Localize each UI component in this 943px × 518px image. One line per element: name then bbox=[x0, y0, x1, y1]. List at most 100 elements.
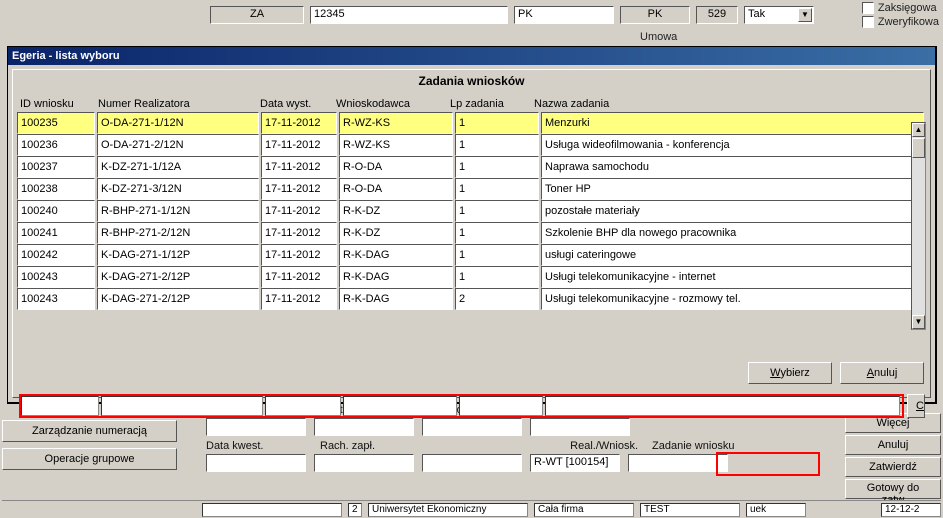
status-uek: uek bbox=[746, 503, 806, 517]
cell-num: O-DA-271-1/12N bbox=[97, 112, 259, 134]
bg-left-button-group: Zarządzanie numeracją Operacje grupowe bbox=[2, 420, 177, 470]
cell-lp: 1 bbox=[455, 222, 539, 244]
input-blank[interactable] bbox=[422, 454, 522, 472]
cell-num: K-DAG-271-2/12P bbox=[97, 266, 259, 288]
checkbox-zweryfikow[interactable]: Zweryfikowa bbox=[862, 16, 939, 28]
filter-wn[interactable] bbox=[343, 396, 457, 416]
col-header-lp[interactable]: Lp zadania bbox=[447, 96, 531, 112]
table-row[interactable]: 100236O-DA-271-2/12N17-11-2012R-WZ-KS1Us… bbox=[17, 134, 926, 156]
field-za: ZA bbox=[210, 6, 304, 24]
filter-name[interactable] bbox=[545, 396, 900, 416]
data-grid: ID wniosku Numer Realizatora Data wyst. … bbox=[17, 96, 926, 310]
checkbox-label: Zweryfikowa bbox=[878, 16, 939, 28]
checkbox-zaksiegow[interactable]: Zaksięgowa bbox=[862, 2, 939, 14]
filter-id[interactable] bbox=[21, 396, 99, 416]
table-row[interactable]: 100241R-BHP-271-2/12N17-11-2012R-K-DZ1Sz… bbox=[17, 222, 926, 244]
cell-lp: 1 bbox=[455, 244, 539, 266]
cell-wn: R-K-DAG bbox=[339, 266, 453, 288]
cell-wn: R-WZ-KS bbox=[339, 134, 453, 156]
table-row[interactable]: 100237K-DZ-271-1/12A17-11-2012R-O-DA1Nap… bbox=[17, 156, 926, 178]
cell-id: 100238 bbox=[17, 178, 95, 200]
cell-id: 100242 bbox=[17, 244, 95, 266]
cell-lp: 2 bbox=[455, 288, 539, 310]
cell-num: K-DZ-271-1/12A bbox=[97, 156, 259, 178]
cell-wn: R-K-DAG bbox=[339, 288, 453, 310]
cell-id: 100236 bbox=[17, 134, 95, 156]
field-pk1[interactable]: PK bbox=[514, 6, 614, 24]
input-data-kwest[interactable] bbox=[206, 454, 306, 472]
field-tak-dropdown[interactable]: Tak ▼ bbox=[744, 6, 814, 24]
status-uni: Uniwersytet Ekonomiczny bbox=[368, 503, 528, 517]
cell-id: 100241 bbox=[17, 222, 95, 244]
bg-checkboxes: Zaksięgowa Zweryfikowa bbox=[862, 2, 939, 28]
scroll-up-icon[interactable]: ▲ bbox=[912, 123, 925, 137]
cell-wn: R-K-DZ bbox=[339, 200, 453, 222]
dialog-lista-wyboru: Egeria - lista wyboru Zadania wniosków I… bbox=[7, 46, 937, 404]
dialog-titlebar[interactable]: Egeria - lista wyboru bbox=[8, 47, 935, 65]
input-rach-zapl[interactable] bbox=[314, 454, 414, 472]
cell-name: pozostałe materiały bbox=[541, 200, 924, 222]
cell-name: Usługa wideofilmowania - konferencja bbox=[541, 134, 924, 156]
scroll-thumb[interactable] bbox=[912, 138, 925, 158]
cell-name: Usługi telekomunikacyjne - internet bbox=[541, 266, 924, 288]
col-header-date[interactable]: Data wyst. bbox=[257, 96, 333, 112]
col-header-wn[interactable]: Wnioskodawca bbox=[333, 96, 447, 112]
dropdown-value: Tak bbox=[748, 8, 765, 20]
cell-wn: R-K-DAG bbox=[339, 244, 453, 266]
input-pracownik[interactable] bbox=[530, 418, 630, 436]
btn-anuluj-bg[interactable]: Anuluj bbox=[845, 435, 941, 455]
btn-zarzadzanie[interactable]: Zarządzanie numeracją bbox=[2, 420, 177, 442]
cell-date: 17-11-2012 bbox=[261, 244, 337, 266]
table-row[interactable]: 100243K-DAG-271-2/12P17-11-2012R-K-DAG1U… bbox=[17, 266, 926, 288]
cell-date: 17-11-2012 bbox=[261, 266, 337, 288]
cell-id: 100240 bbox=[17, 200, 95, 222]
filter-date[interactable] bbox=[265, 396, 341, 416]
btn-anuluj[interactable]: Anuluj bbox=[840, 362, 924, 384]
cell-lp: 1 bbox=[455, 200, 539, 222]
table-row[interactable]: 100238K-DZ-271-3/12N17-11-2012R-O-DA1Ton… bbox=[17, 178, 926, 200]
input-konto-kosz[interactable] bbox=[206, 418, 306, 436]
dialog-title: Egeria - lista wyboru bbox=[12, 50, 120, 62]
btn-zatwierdz[interactable]: Zatwierdź bbox=[845, 457, 941, 477]
btn-wybierz[interactable]: Wybierz bbox=[748, 362, 832, 384]
field-pk2: PK bbox=[620, 6, 690, 24]
cell-num: R-BHP-271-1/12N bbox=[97, 200, 259, 222]
col-header-name[interactable]: Nazwa zadania bbox=[531, 96, 926, 112]
btn-gotowy[interactable]: Gotowy do zatw bbox=[845, 479, 941, 499]
table-row[interactable]: 100240R-BHP-271-1/12N17-11-2012R-K-DZ1po… bbox=[17, 200, 926, 222]
bg-top-fields: ZA 12345 PK PK 529 Tak ▼ bbox=[210, 6, 814, 24]
table-row[interactable]: 100242K-DAG-271-1/12P17-11-2012R-K-DAG1u… bbox=[17, 244, 926, 266]
input-konto-roz[interactable] bbox=[314, 418, 414, 436]
cell-date: 17-11-2012 bbox=[261, 178, 337, 200]
cell-name: Usługi telekomunikacyjne - rozmowy tel. bbox=[541, 288, 924, 310]
filter-num[interactable] bbox=[101, 396, 263, 416]
filter-lp[interactable] bbox=[459, 396, 543, 416]
btn-c[interactable]: C bbox=[907, 394, 925, 418]
dialog-caption: Zadania wniosków bbox=[13, 70, 930, 96]
cell-wn: R-WZ-KS bbox=[339, 112, 453, 134]
cell-id: 100243 bbox=[17, 288, 95, 310]
field-small-num: 529 bbox=[696, 6, 738, 24]
scrollbar-vertical[interactable]: ▲ ▼ bbox=[911, 122, 926, 330]
input-konto-5[interactable] bbox=[422, 418, 522, 436]
scroll-down-icon[interactable]: ▼ bbox=[912, 315, 925, 329]
checkbox-box bbox=[862, 16, 874, 28]
label-data-kwest: Data kwest. bbox=[206, 440, 306, 452]
cell-lp: 1 bbox=[455, 266, 539, 288]
input-zadanie[interactable] bbox=[628, 454, 728, 472]
cell-name: Naprawa samochodu bbox=[541, 156, 924, 178]
field-num[interactable]: 12345 bbox=[310, 6, 508, 24]
input-real-wniosk[interactable]: R-WT [100154] bbox=[530, 454, 620, 472]
col-header-num[interactable]: Numer Realizatora bbox=[95, 96, 257, 112]
cell-id: 100235 bbox=[17, 112, 95, 134]
btn-operacje[interactable]: Operacje grupowe bbox=[2, 448, 177, 470]
chevron-down-icon[interactable]: ▼ bbox=[798, 8, 812, 22]
col-header-id[interactable]: ID wniosku bbox=[17, 96, 95, 112]
cell-wn: R-K-DZ bbox=[339, 222, 453, 244]
cell-num: K-DAG-271-2/12P bbox=[97, 288, 259, 310]
cell-date: 17-11-2012 bbox=[261, 134, 337, 156]
status-date: 12-12-2 bbox=[881, 503, 941, 517]
table-row[interactable]: 100243K-DAG-271-2/12P17-11-2012R-K-DAG2U… bbox=[17, 288, 926, 310]
cell-num: R-BHP-271-2/12N bbox=[97, 222, 259, 244]
table-row[interactable]: 100235O-DA-271-1/12N17-11-2012R-WZ-KS1Me… bbox=[17, 112, 926, 134]
